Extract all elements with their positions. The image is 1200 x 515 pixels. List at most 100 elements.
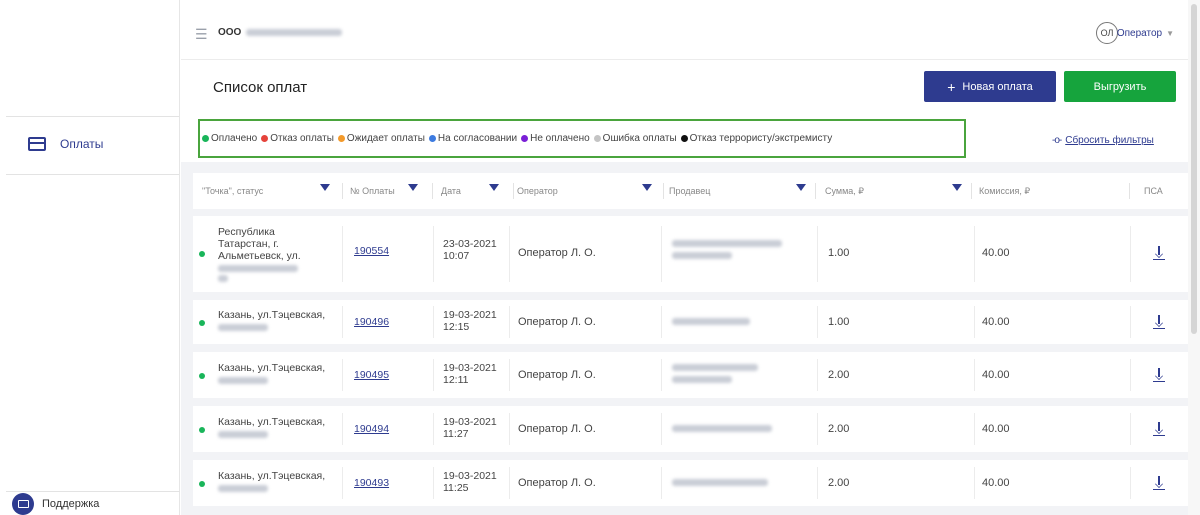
point-address: Казань, ул.Тэцевская, bbox=[218, 362, 338, 384]
point-address: Республика Татарстан, г. Альметьевск, ул… bbox=[218, 226, 328, 282]
commission: 40.00 bbox=[982, 423, 1010, 435]
company-prefix: ООО bbox=[218, 27, 242, 38]
status-dot bbox=[199, 251, 205, 257]
status-dot bbox=[199, 320, 205, 326]
redacted-text bbox=[218, 275, 228, 282]
topbar: ☰ ООО ОЛ Оператор ▼ bbox=[181, 0, 1188, 60]
chevron-down-icon: ▼ bbox=[1166, 29, 1174, 38]
amount: 1.00 bbox=[828, 316, 850, 328]
commission: 40.00 bbox=[982, 369, 1010, 381]
status-legend: Оплачено Отказ оплаты Ожидает оплаты На … bbox=[198, 119, 966, 158]
commission: 40.00 bbox=[982, 247, 1010, 259]
filter-icon[interactable] bbox=[642, 184, 652, 191]
reset-icon: -o- bbox=[1052, 135, 1062, 146]
seller-name bbox=[672, 425, 772, 432]
redacted-text bbox=[246, 29, 343, 36]
status-dot bbox=[199, 481, 205, 487]
legend-item-approval: На согласовании bbox=[428, 133, 517, 144]
reset-filters-link[interactable]: -o- Сбросить фильтры bbox=[1052, 135, 1154, 146]
user-menu[interactable]: Оператор ▼ bbox=[1117, 28, 1174, 39]
filter-icon[interactable] bbox=[796, 184, 806, 191]
redacted-text bbox=[218, 265, 298, 272]
status-dot bbox=[680, 135, 688, 142]
commission: 40.00 bbox=[982, 477, 1010, 489]
download-icon[interactable] bbox=[1153, 476, 1165, 490]
payment-date: 23-03-2021 10:07 bbox=[443, 238, 497, 262]
payment-date: 19-03-2021 11:27 bbox=[443, 416, 497, 440]
payment-number-link[interactable]: 190493 bbox=[354, 477, 389, 489]
payment-number-link[interactable]: 190554 bbox=[354, 245, 389, 257]
support-label: Поддержка bbox=[42, 497, 100, 510]
status-dot bbox=[202, 135, 209, 142]
filter-icon[interactable] bbox=[952, 184, 962, 191]
table-row[interactable]: Казань, ул.Тэцевская, 190493 19-03-2021 1… bbox=[193, 460, 1188, 506]
redacted-text bbox=[218, 324, 268, 331]
payment-date: 19-03-2021 12:15 bbox=[443, 309, 497, 333]
sidebar-item-payments[interactable]: Оплаты bbox=[6, 124, 179, 164]
amount: 2.00 bbox=[828, 477, 850, 489]
payment-number-link[interactable]: 190495 bbox=[354, 369, 389, 381]
operator-name: Оператор Л. О. bbox=[518, 316, 596, 328]
column-header-date: Дата bbox=[441, 173, 514, 209]
amount: 2.00 bbox=[828, 423, 850, 435]
column-header-point: "Точка", статус bbox=[202, 173, 343, 209]
sidebar-item-label: Оплаты bbox=[60, 137, 104, 151]
redacted-text bbox=[672, 376, 732, 383]
payment-date: 19-03-2021 12:11 bbox=[443, 362, 497, 386]
page-title: Список оплат bbox=[213, 79, 308, 96]
table-row[interactable]: Казань, ул.Тэцевская, 190494 19-03-2021 1… bbox=[193, 406, 1188, 452]
table-row[interactable]: Казань, ул.Тэцевская, 190496 19-03-2021 1… bbox=[193, 300, 1188, 344]
status-dot bbox=[521, 135, 529, 142]
table-row[interactable]: Казань, ул.Тэцевская, 190495 19-03-2021 1… bbox=[193, 352, 1188, 398]
plus-icon: + bbox=[947, 78, 956, 95]
legend-item-terrorist: Отказ террористу/экстремисту bbox=[680, 133, 832, 144]
column-header-operator: Оператор bbox=[517, 173, 664, 209]
status-dot bbox=[199, 373, 205, 379]
download-icon[interactable] bbox=[1153, 315, 1165, 329]
point-address: Казань, ул.Тэцевская, bbox=[218, 470, 338, 492]
filter-icon[interactable] bbox=[489, 184, 499, 191]
column-header-amount: Сумма, ₽ bbox=[825, 173, 972, 209]
payment-number-link[interactable]: 190494 bbox=[354, 423, 389, 435]
amount: 1.00 bbox=[828, 247, 850, 259]
card-icon bbox=[28, 137, 46, 151]
table-row[interactable]: Республика Татарстан, г. Альметьевск, ул… bbox=[193, 216, 1188, 292]
redacted-text bbox=[672, 479, 768, 486]
column-header-psa: ПСА bbox=[1144, 186, 1163, 196]
status-dot bbox=[337, 135, 345, 142]
support-button[interactable]: Поддержка bbox=[6, 491, 180, 515]
filter-icon[interactable] bbox=[408, 184, 418, 191]
new-payment-button[interactable]: + Новая оплата bbox=[924, 71, 1056, 102]
status-dot bbox=[428, 135, 436, 142]
seller-name bbox=[672, 479, 768, 486]
export-button[interactable]: Выгрузить bbox=[1064, 71, 1176, 102]
column-header-payment-no: № Оплаты bbox=[350, 173, 433, 209]
seller-name bbox=[672, 240, 782, 259]
point-address: Казань, ул.Тэцевская, bbox=[218, 416, 338, 438]
column-header-seller: Продавец bbox=[669, 173, 816, 209]
legend-item-unpaid: Не оплачено bbox=[521, 133, 590, 144]
scrollbar-thumb[interactable] bbox=[1191, 4, 1197, 334]
amount: 2.00 bbox=[828, 369, 850, 381]
status-dot bbox=[593, 135, 601, 142]
sidebar-divider bbox=[6, 116, 179, 117]
table-header: "Точка", статус № Оплаты Дата Оператор П… bbox=[193, 173, 1188, 209]
menu-icon[interactable]: ☰ bbox=[195, 27, 208, 41]
user-role: Оператор bbox=[1116, 28, 1163, 39]
download-icon[interactable] bbox=[1153, 368, 1165, 382]
export-label: Выгрузить bbox=[1093, 80, 1147, 93]
scrollbar[interactable] bbox=[1188, 0, 1200, 515]
filter-icon[interactable] bbox=[320, 184, 330, 191]
commission: 40.00 bbox=[982, 316, 1010, 328]
download-icon[interactable] bbox=[1153, 246, 1165, 260]
operator-name: Оператор Л. О. bbox=[518, 369, 596, 381]
redacted-text bbox=[218, 485, 268, 492]
status-legend-bar: Оплачено Отказ оплаты Ожидает оплаты На … bbox=[193, 118, 1188, 162]
payment-number-link[interactable]: 190496 bbox=[354, 316, 389, 328]
redacted-text bbox=[672, 240, 782, 247]
download-icon[interactable] bbox=[1153, 422, 1165, 436]
redacted-text bbox=[672, 364, 758, 371]
status-dot bbox=[261, 135, 269, 142]
avatar[interactable]: ОЛ bbox=[1096, 22, 1118, 44]
redacted-text bbox=[218, 431, 268, 438]
